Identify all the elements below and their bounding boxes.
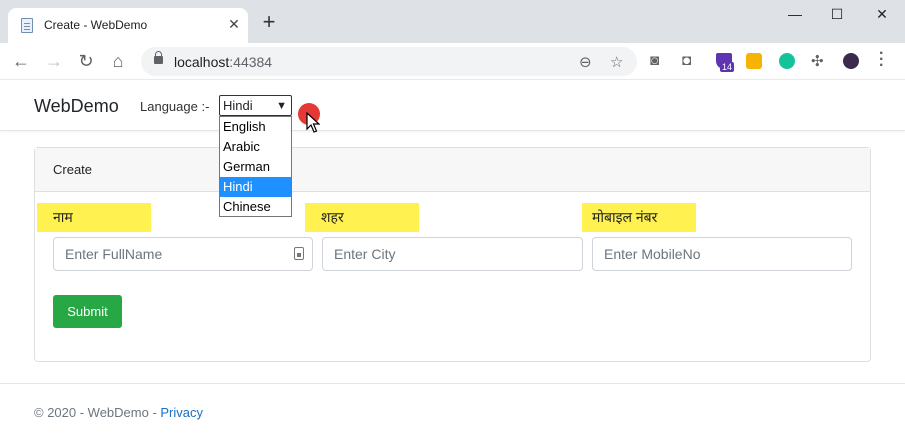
browser-menu-icon[interactable]: · · ·: [879, 46, 887, 74]
site-brand[interactable]: WebDemo: [34, 96, 119, 117]
city-label: शहर: [305, 203, 419, 232]
language-dropdown-list[interactable]: English Arabic German Hindi Chinese: [219, 116, 292, 217]
bookmark-star-icon[interactable]: ☆: [610, 53, 623, 71]
reload-icon[interactable]: ↻: [75, 51, 97, 71]
card-header: Create: [35, 148, 870, 192]
language-label: Language :-: [140, 99, 210, 114]
chevron-down-icon: ▼: [276, 100, 287, 112]
name-label: नाम: [37, 203, 151, 232]
fullname-input[interactable]: [53, 237, 313, 271]
page-favicon-icon: [21, 18, 33, 33]
tab-title: Create - WebDemo: [44, 18, 148, 32]
page-content: WebDemo Language :- Hindi ▼ English Arabi…: [0, 81, 905, 438]
language-selected-value: Hindi: [223, 98, 253, 113]
close-window-button[interactable]: ✕: [871, 6, 893, 23]
mobile-label: मोबाइल नंबर: [582, 203, 696, 232]
mouse-cursor-icon: [306, 112, 320, 133]
browser-toolbar: ← → ↻ ⌂ localhost:44384 ⊖ ☆ ◙ ◘ 14 ✣ · · ·: [0, 43, 905, 80]
screenshot-extension-icon[interactable]: ◘: [682, 52, 691, 69]
profile-avatar[interactable]: [843, 53, 859, 69]
maximize-button[interactable]: ☐: [826, 6, 848, 23]
extension-badge: 14: [720, 62, 735, 72]
language-option-hindi[interactable]: Hindi: [220, 177, 291, 197]
camera-extension-icon[interactable]: ◙: [650, 52, 659, 69]
url-text[interactable]: localhost:44384: [174, 54, 272, 70]
footer: © 2020 - WebDemo - Privacy: [34, 405, 203, 420]
autofill-contact-icon[interactable]: [294, 247, 304, 260]
back-icon[interactable]: ←: [10, 51, 32, 71]
home-icon[interactable]: ⌂: [107, 51, 129, 71]
grammarly-icon[interactable]: [779, 53, 795, 69]
footer-divider: [0, 383, 905, 384]
language-option-chinese[interactable]: Chinese: [220, 197, 291, 217]
new-tab-button[interactable]: +: [258, 11, 280, 33]
mobile-input[interactable]: [592, 237, 852, 271]
language-option-arabic[interactable]: Arabic: [220, 137, 291, 157]
site-navbar: WebDemo Language :- Hindi ▼ English Arabi…: [0, 81, 905, 217]
city-input[interactable]: [322, 237, 583, 271]
privacy-link[interactable]: Privacy: [160, 405, 203, 420]
extensions-puzzle-icon[interactable]: ✣: [811, 52, 824, 70]
footer-copyright: © 2020 - WebDemo -: [34, 405, 161, 420]
forward-icon[interactable]: →: [43, 51, 65, 71]
minimize-button[interactable]: —: [784, 6, 806, 22]
browser-tab-strip: Create - WebDemo ✕ + — ☐ ✕: [0, 0, 905, 43]
language-select[interactable]: Hindi ▼: [219, 95, 292, 116]
language-option-english[interactable]: English: [220, 117, 291, 137]
tab-close-icon[interactable]: ✕: [226, 16, 242, 32]
address-bar[interactable]: localhost:44384 ⊖ ☆: [141, 47, 637, 76]
submit-button[interactable]: Submit: [53, 295, 122, 328]
zoom-icon[interactable]: ⊖: [579, 53, 592, 71]
browser-tab[interactable]: Create - WebDemo ✕: [8, 8, 248, 43]
lock-icon[interactable]: [154, 51, 163, 64]
notes-extension-icon[interactable]: [746, 53, 762, 69]
language-option-german[interactable]: German: [220, 157, 291, 177]
